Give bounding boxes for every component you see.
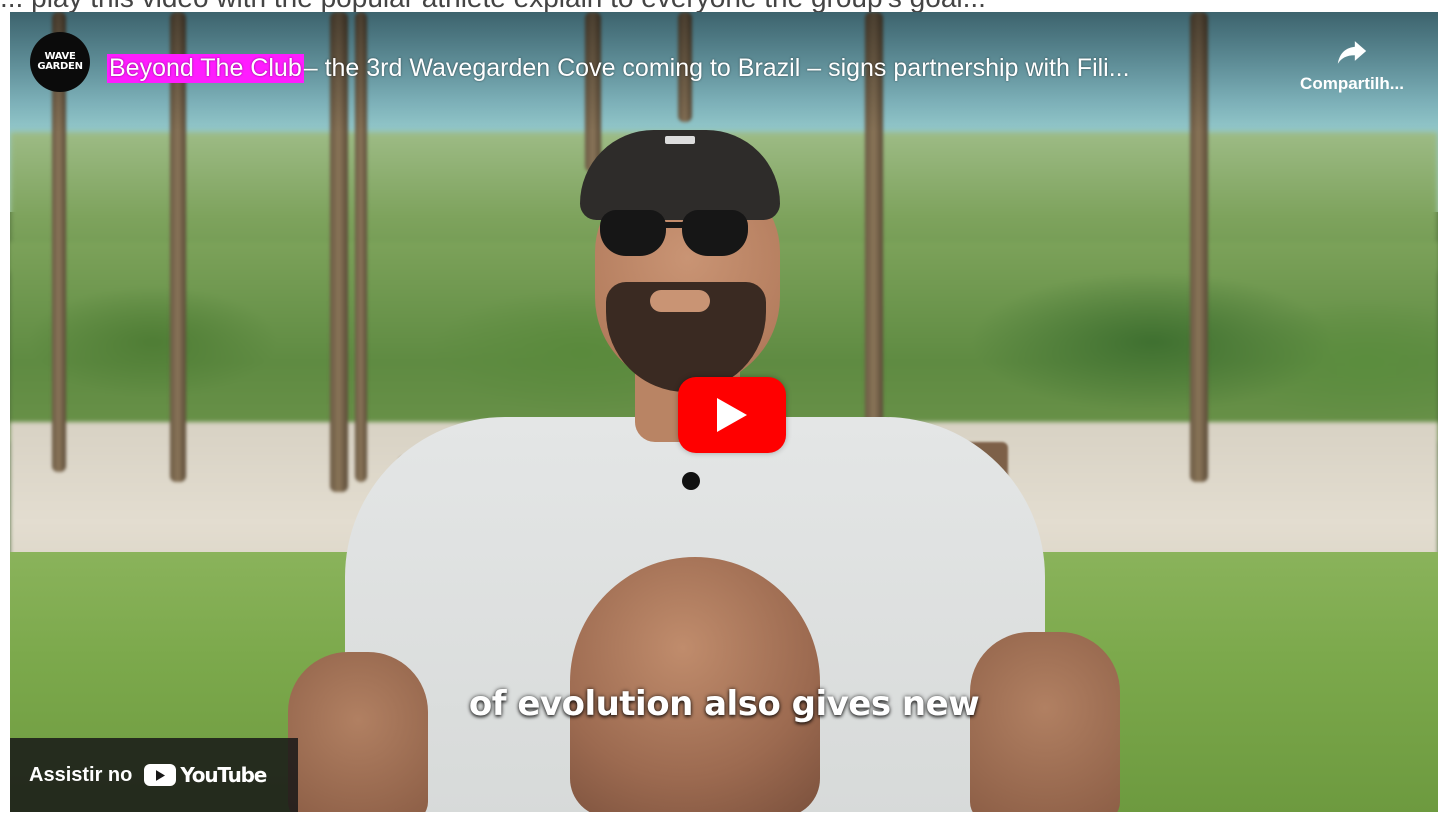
- video-title-link[interactable]: Beyond The Club – the 3rd Wavegarden Cov…: [107, 48, 1287, 88]
- play-icon: [717, 398, 747, 432]
- subtitle-caption: of evolution also gives new: [468, 684, 980, 724]
- cropped-text: ... play this video with the popular ath…: [0, 0, 986, 12]
- cap-logo: [665, 136, 695, 144]
- watch-on-youtube-button[interactable]: Assistir no YouTube: [10, 738, 298, 812]
- play-button[interactable]: [678, 377, 786, 453]
- lapel-mic: [682, 472, 700, 490]
- channel-avatar[interactable]: WAVE GARDEN: [30, 32, 90, 92]
- title-highlight: Beyond The Club: [107, 53, 304, 83]
- watch-on-label: Assistir no: [29, 763, 133, 786]
- share-arrow-icon: [1337, 41, 1367, 64]
- youtube-logo: YouTube: [144, 763, 267, 787]
- person-arm-left: [288, 652, 428, 812]
- share-label: Compartilh...: [1300, 74, 1404, 93]
- youtube-wordmark: YouTube: [180, 763, 267, 787]
- cropped-article-text: ... play this video with the popular ath…: [0, 0, 1438, 12]
- title-rest: – the 3rd Wavegarden Cove coming to Braz…: [303, 53, 1130, 82]
- youtube-icon: [144, 764, 177, 786]
- youtube-embed-player[interactable]: WAVE GARDEN Beyond The Club – the 3rd Wa…: [10, 12, 1438, 812]
- person-mouth: [650, 290, 710, 312]
- wavegarden-logo-icon: WAVE GARDEN: [37, 51, 83, 72]
- sunglasses: [600, 210, 750, 258]
- share-button[interactable]: Compartilh...: [1282, 34, 1422, 114]
